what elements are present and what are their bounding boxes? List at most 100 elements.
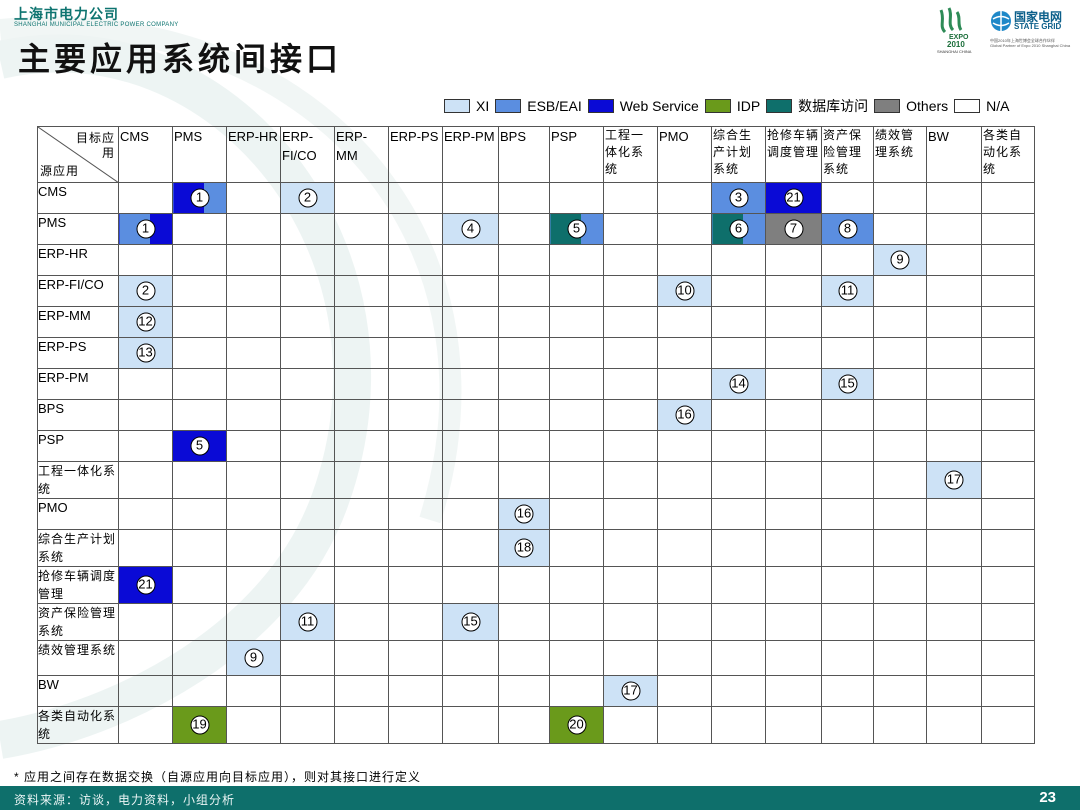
empty-cell — [549, 603, 604, 641]
column-header: PSP — [549, 126, 604, 183]
empty-cell — [442, 368, 499, 400]
empty-cell — [603, 640, 658, 676]
empty-cell — [981, 275, 1035, 307]
empty-cell — [981, 244, 1035, 276]
empty-cell — [765, 399, 822, 431]
empty-cell — [388, 640, 443, 676]
matrix-row: 综合生产计划系统 18 — [37, 529, 1035, 567]
empty-cell — [926, 275, 982, 307]
interface-number-badge: 5 — [567, 219, 586, 239]
empty-cell — [334, 182, 389, 214]
empty-cell — [926, 244, 982, 276]
empty-cell — [711, 399, 766, 431]
row-header: ERP-HR — [37, 244, 119, 276]
interface-cell-xi: 11 — [280, 603, 335, 641]
empty-cell — [226, 244, 281, 276]
source-note: 资料来源：访谈，电力资料，小组分析 — [14, 793, 236, 807]
empty-cell — [765, 640, 822, 676]
matrix-row: ERP-PS 13 — [37, 337, 1035, 369]
empty-cell — [711, 275, 766, 307]
empty-cell — [873, 566, 927, 604]
interface-number-badge: 2 — [136, 281, 155, 301]
empty-cell — [821, 706, 874, 744]
empty-cell — [172, 498, 227, 530]
state-grid-globe-icon — [991, 11, 1011, 31]
empty-cell — [926, 213, 982, 245]
empty-cell — [549, 368, 604, 400]
empty-cell — [603, 368, 658, 400]
column-header: ERP-PS — [388, 126, 443, 183]
row-header: ERP-FI/CO — [37, 275, 119, 307]
empty-cell — [926, 337, 982, 369]
empty-cell — [549, 430, 604, 462]
row-header: PMS — [37, 213, 119, 245]
empty-cell — [118, 603, 173, 641]
empty-cell — [873, 306, 927, 338]
empty-cell — [603, 566, 658, 604]
empty-cell — [981, 603, 1035, 641]
empty-cell — [765, 368, 822, 400]
empty-cell — [388, 675, 443, 707]
matrix-row: ERP-PM 14 15 — [37, 368, 1035, 400]
empty-cell — [873, 603, 927, 641]
empty-cell — [118, 430, 173, 462]
empty-cell — [172, 337, 227, 369]
empty-cell — [926, 306, 982, 338]
matrix-row: 抢修车辆调度管理 21 — [37, 566, 1035, 604]
empty-cell — [657, 640, 712, 676]
empty-cell — [118, 675, 173, 707]
state-grid-sub2: Global Partner of Expo 2010 Shanghai Chi… — [990, 43, 1071, 48]
interface-number-badge: 19 — [190, 715, 209, 735]
empty-cell — [442, 498, 499, 530]
corner-source-label: 源应用 — [40, 164, 80, 178]
legend-label: XI — [476, 98, 490, 114]
empty-cell — [388, 337, 443, 369]
column-header: ERP-PM — [442, 126, 499, 183]
empty-cell — [711, 306, 766, 338]
empty-cell — [549, 337, 604, 369]
row-header: ERP-MM — [37, 306, 119, 338]
empty-cell — [226, 213, 281, 245]
legend-item-na: N/A — [954, 98, 1010, 114]
empty-cell — [280, 675, 335, 707]
empty-cell — [118, 244, 173, 276]
empty-cell — [765, 275, 822, 307]
legend-label: IDP — [736, 98, 761, 114]
legend-swatch-ws — [587, 99, 614, 113]
matrix-row: BPS 16 — [37, 399, 1035, 431]
empty-cell — [711, 529, 766, 567]
interface-cell-xi: 11 — [821, 275, 874, 307]
legend-label: Web Service — [619, 98, 699, 114]
empty-cell — [388, 182, 443, 214]
column-header: CMS — [118, 126, 173, 183]
interface-cell-ws: 21 — [765, 182, 822, 214]
column-header: ERP-FI/CO — [280, 126, 335, 183]
interface-cell-db: 5 — [549, 213, 604, 245]
interface-cell-xi: 4 — [442, 213, 499, 245]
matrix-row: ERP-MM 12 — [37, 306, 1035, 338]
empty-cell — [334, 275, 389, 307]
legend-swatch-idp — [704, 99, 731, 113]
empty-cell — [873, 461, 927, 499]
row-header: ERP-PS — [37, 337, 119, 369]
empty-cell — [657, 706, 712, 744]
empty-cell — [603, 213, 658, 245]
empty-cell — [334, 337, 389, 369]
empty-cell — [388, 603, 443, 641]
empty-cell — [388, 368, 443, 400]
interface-cell-xi: 18 — [498, 529, 550, 567]
empty-cell — [118, 640, 173, 676]
empty-cell — [926, 498, 982, 530]
empty-cell — [334, 529, 389, 567]
empty-cell — [226, 706, 281, 744]
interface-cell-xi: 2 — [280, 182, 335, 214]
empty-cell — [821, 529, 874, 567]
empty-cell — [498, 306, 550, 338]
empty-cell — [442, 306, 499, 338]
empty-cell — [549, 399, 604, 431]
matrix-row: ERP-FI/CO 2 10 11 — [37, 275, 1035, 307]
empty-cell — [765, 430, 822, 462]
interface-number-badge: 21 — [784, 188, 803, 208]
empty-cell — [926, 399, 982, 431]
legend-item-db: 数据库访问 — [766, 96, 868, 116]
